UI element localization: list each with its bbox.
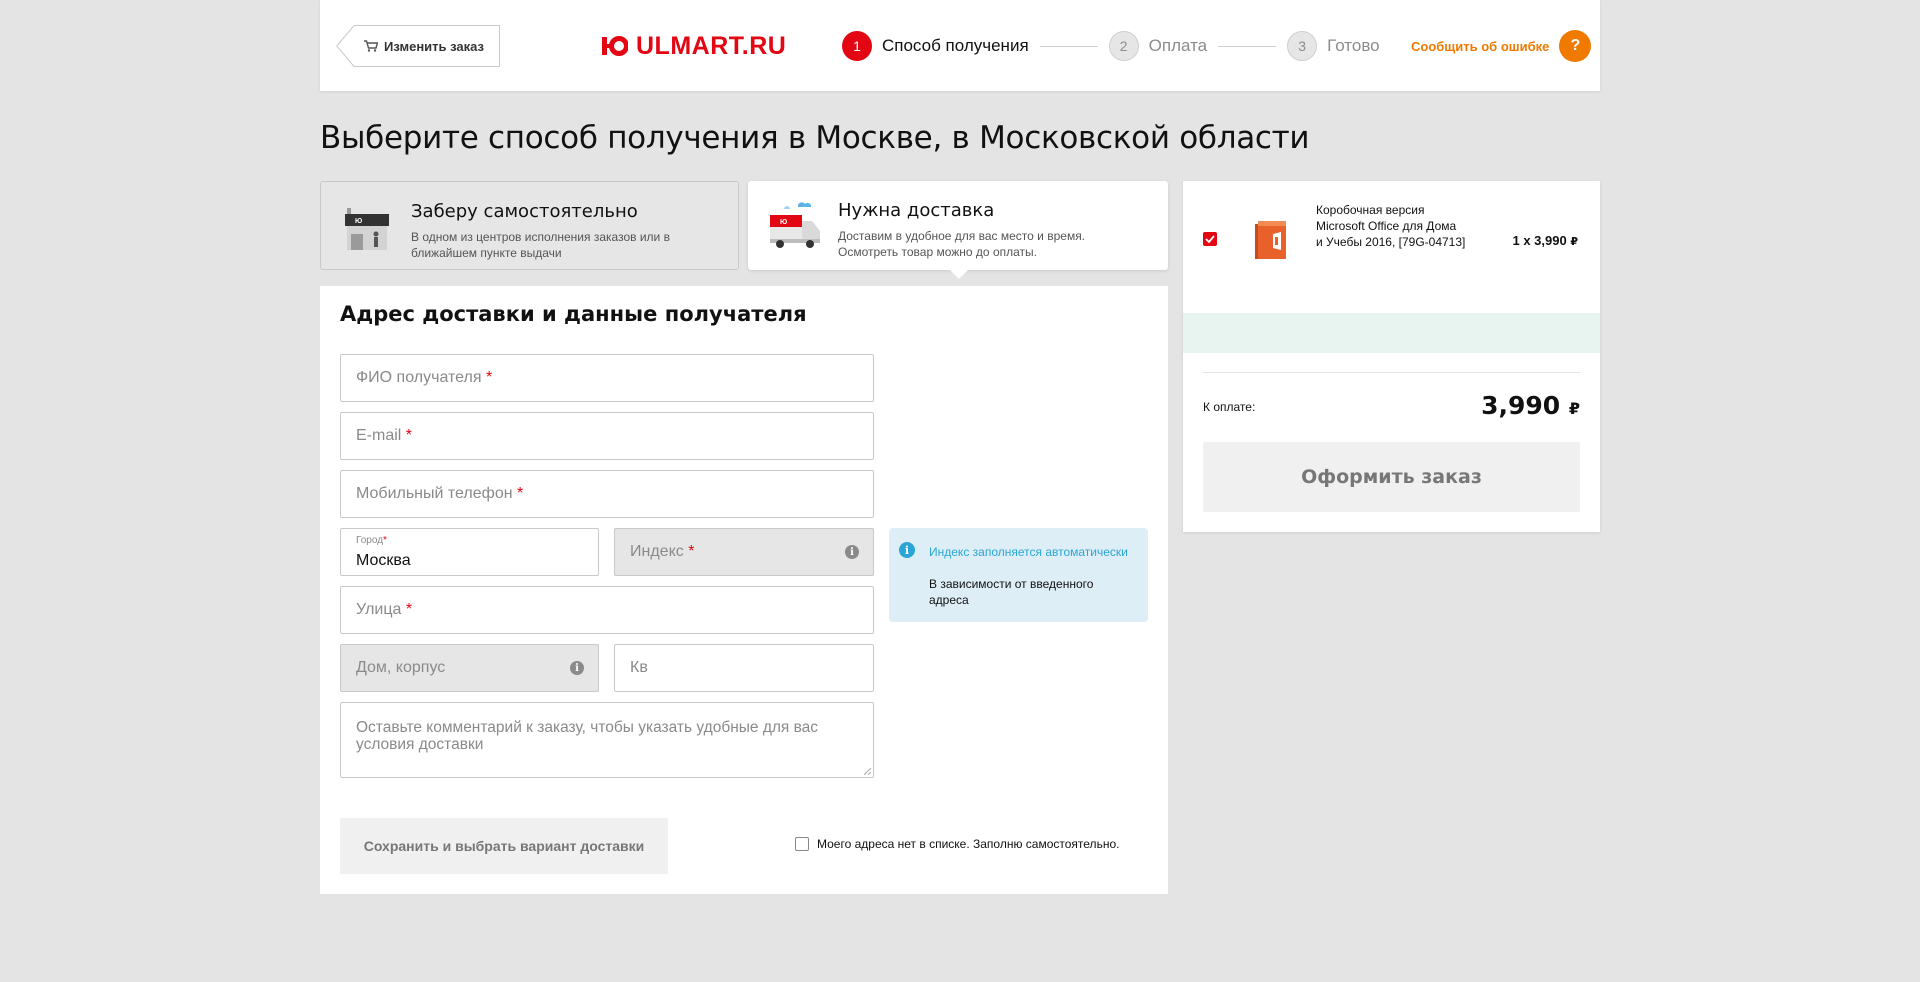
required-mark: * xyxy=(517,485,524,502)
step-number: 1 xyxy=(842,31,872,61)
email-field[interactable]: E-mail * xyxy=(340,412,874,460)
manual-address-label: Моего адреса нет в списке. Заполню самос… xyxy=(817,837,1120,851)
total-label: К оплате: xyxy=(1203,400,1256,414)
order-summary: Коробочная версия Microsoft Office для Д… xyxy=(1183,181,1600,532)
required-mark: * xyxy=(485,369,493,386)
city-value: Москва xyxy=(356,552,411,569)
apartment-placeholder: Кв xyxy=(630,659,648,676)
svg-text:Ю: Ю xyxy=(355,218,362,225)
tab-delivery-desc: Доставим в удобное для вас место и время… xyxy=(838,229,1086,259)
step-number: 3 xyxy=(1287,31,1318,61)
step-label: Способ получения xyxy=(882,36,1029,55)
store-icon: Ю xyxy=(345,208,389,250)
divider xyxy=(1203,372,1580,373)
save-delivery-button[interactable]: Сохранить и выбрать вариант доставки xyxy=(340,818,668,874)
postal-index-field[interactable]: Индекс * i xyxy=(614,528,874,576)
ulmart-logo[interactable]: ULMART.RU xyxy=(602,32,786,60)
report-error-link[interactable]: Сообщить об ошибке ? xyxy=(1411,30,1592,62)
hint-text: В зависимости от введенного адреса xyxy=(929,577,1094,607)
info-icon: i xyxy=(899,542,915,558)
delivery-form: Адрес доставки и данные получателя ФИО п… xyxy=(320,286,1168,894)
item-quantity-price: 1 x 3,990 xyxy=(1512,233,1567,248)
checkmark-icon xyxy=(1205,235,1215,243)
index-hint: i Индекс заполняется автоматически В зав… xyxy=(889,528,1148,622)
city-label: Город xyxy=(356,535,384,546)
step-label: Готово xyxy=(1327,36,1380,55)
step-done: 3 Готово xyxy=(1287,31,1380,61)
total-value: 3,990 ₽ xyxy=(1481,391,1580,420)
page-title: Выберите способ получения в Москве, в Мо… xyxy=(320,120,1310,156)
info-icon[interactable]: i xyxy=(845,545,859,559)
comment-placeholder: Оставьте комментарий к заказу, чтобы ука… xyxy=(356,719,819,753)
product-image[interactable] xyxy=(1255,218,1289,262)
fullname-placeholder: ФИО получателя xyxy=(356,369,482,386)
item-name[interactable]: Коробочная версия Microsoft Office для Д… xyxy=(1316,202,1466,250)
checkout-button[interactable]: Оформить заказ xyxy=(1203,442,1580,512)
phone-field[interactable]: Мобильный телефон * xyxy=(340,470,874,518)
step-delivery-method: 1 Способ получения xyxy=(842,31,1029,61)
email-placeholder: E-mail xyxy=(356,427,402,444)
hint-title: Индекс заполняется автоматически xyxy=(929,545,1128,559)
tab-delivery[interactable]: Ю Нужна доставка Доставим в удобное для … xyxy=(748,181,1168,279)
checkout-header: Изменить заказ ULMART.RU 1 Способ получе… xyxy=(320,0,1600,91)
tab-selected-pointer xyxy=(950,270,968,279)
manual-address-option[interactable]: Моего адреса нет в списке. Заполню самос… xyxy=(795,837,1119,851)
required-mark: * xyxy=(405,601,413,618)
delivery-truck-icon: Ю xyxy=(770,202,820,248)
street-field[interactable]: Улица * xyxy=(340,586,874,634)
tab-pickup-desc: В одном из центров исполнения заказов ил… xyxy=(411,230,670,260)
help-icon[interactable]: ? xyxy=(1559,30,1592,62)
logo-text: ULMART.RU xyxy=(636,31,787,60)
ruble-icon: ₽ xyxy=(1568,399,1580,418)
step-label: Оплата xyxy=(1148,36,1208,55)
phone-placeholder: Мобильный телефон xyxy=(356,485,513,502)
svg-text:Ю: Ю xyxy=(780,219,787,226)
house-field[interactable]: Дом, корпус i xyxy=(340,644,599,692)
required-mark: * xyxy=(688,543,695,560)
required-mark: * xyxy=(383,535,387,546)
form-title: Адрес доставки и данные получателя xyxy=(340,302,807,326)
step-connector xyxy=(1218,45,1277,47)
tab-delivery-title: Нужна доставка xyxy=(838,200,995,221)
step-number: 2 xyxy=(1108,31,1139,61)
comment-textarea[interactable]: Оставьте комментарий к заказу, чтобы ука… xyxy=(340,702,874,778)
change-order-label: Изменить заказ xyxy=(384,38,485,54)
item-price: 1 x 3,990 ₽ xyxy=(1513,233,1579,248)
index-placeholder: Индекс xyxy=(630,543,684,560)
item-checkbox[interactable] xyxy=(1203,232,1217,246)
street-placeholder: Улица xyxy=(356,601,402,618)
total-amount: 3,990 xyxy=(1481,391,1561,420)
change-order-button[interactable]: Изменить заказ xyxy=(336,25,500,67)
apartment-field[interactable]: Кв xyxy=(614,644,874,692)
house-placeholder: Дом, корпус xyxy=(356,659,446,676)
fullname-field[interactable]: ФИО получателя * xyxy=(340,354,874,402)
tab-pickup-title: Заберу самостоятельно xyxy=(411,201,638,222)
ruble-icon: ₽ xyxy=(1570,236,1578,248)
required-mark: * xyxy=(405,427,413,444)
step-payment: 2 Оплата xyxy=(1108,31,1208,61)
report-error-label: Сообщить об ошибке xyxy=(1411,38,1550,54)
cart-icon xyxy=(364,40,378,52)
summary-band xyxy=(1183,313,1600,353)
checkout-steps: 1 Способ получения 2 Оплата 3 Готово xyxy=(842,31,1380,61)
resize-handle-icon[interactable] xyxy=(863,767,871,775)
info-icon[interactable]: i xyxy=(570,661,584,675)
step-connector xyxy=(1039,45,1098,47)
manual-address-checkbox[interactable] xyxy=(795,837,809,851)
ulmart-logo-icon xyxy=(602,36,628,56)
tab-pickup[interactable]: Ю Заберу самостоятельно В одном из центр… xyxy=(320,181,739,270)
city-field[interactable]: Город* Москва xyxy=(340,528,599,576)
